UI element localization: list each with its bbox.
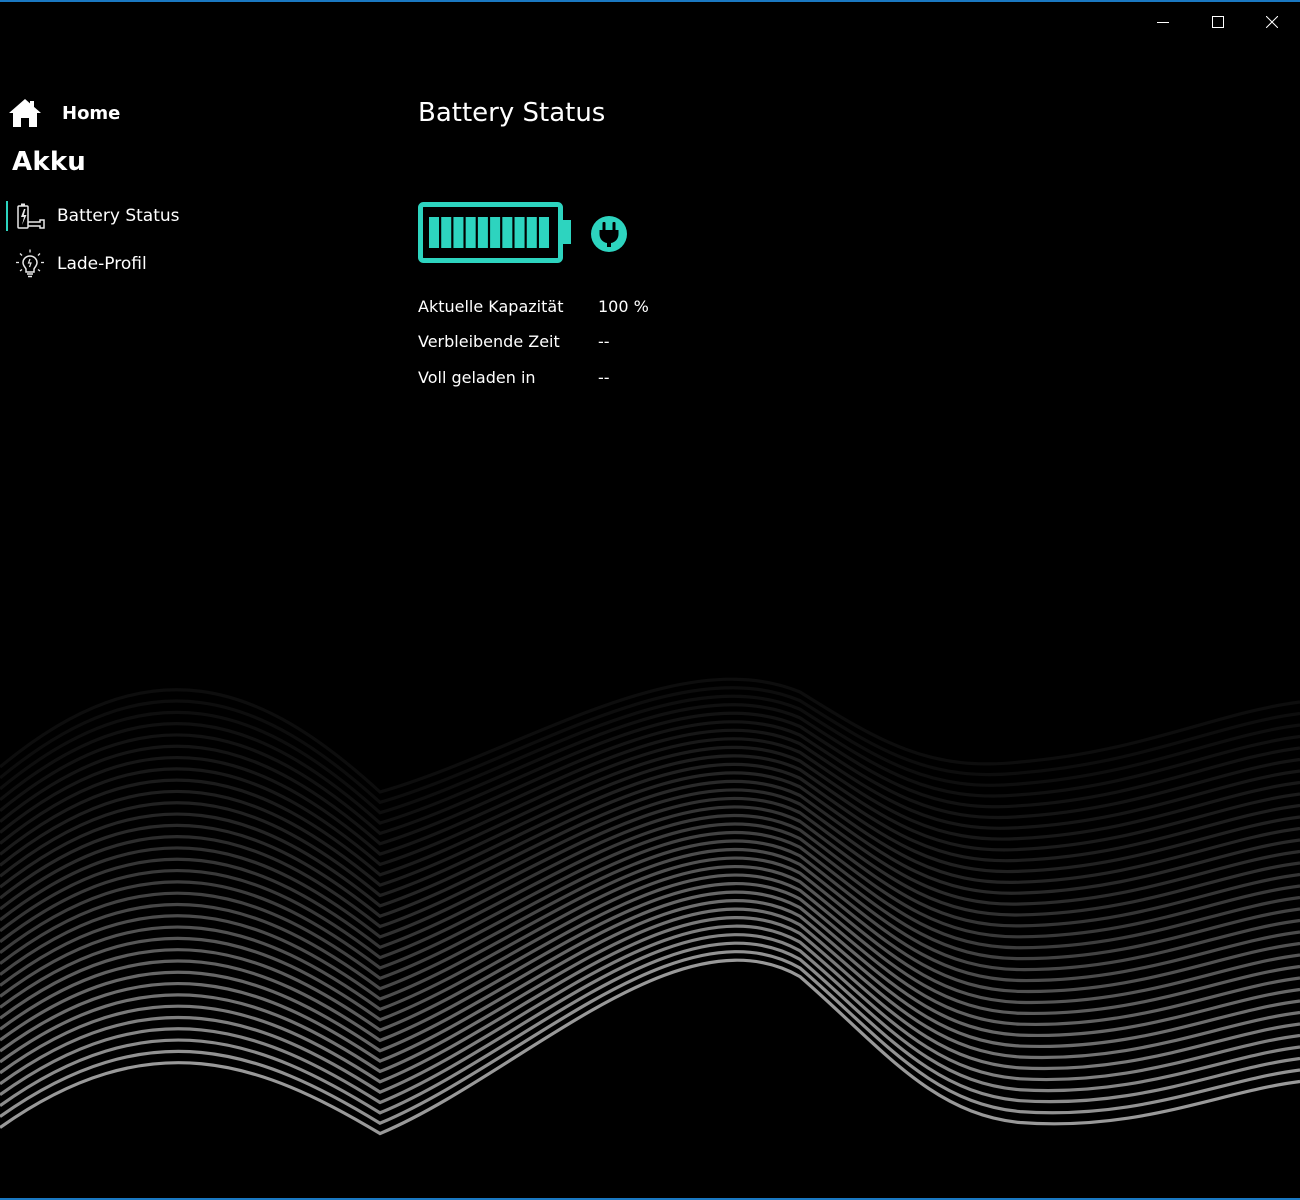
plug-icon: [591, 216, 627, 252]
wave-line: [0, 890, 1300, 1053]
app-window: Home Akku Battery Status Lade-Profil Bat…: [0, 0, 1300, 1200]
battery-segments: [429, 217, 549, 248]
wave-line: [0, 839, 1300, 991]
capacity-value: 100 %: [598, 296, 649, 316]
sidebar-item-battery-status[interactable]: Battery Status: [0, 196, 300, 236]
full-charge-value: --: [598, 367, 610, 387]
wave-line: [0, 771, 1300, 908]
wave-line: [0, 873, 1300, 1032]
battery-segment: [477, 217, 488, 248]
lightbulb-icon: [16, 249, 44, 278]
wave-line: [0, 762, 1300, 898]
home-label: Home: [62, 102, 121, 124]
wave-line: [0, 958, 1300, 1136]
full-charge-label: Voll geladen in: [418, 367, 536, 387]
wave-line: [0, 677, 1300, 794]
wave-line: [0, 779, 1300, 918]
battery-segment: [453, 217, 464, 248]
remaining-time-value: --: [598, 331, 610, 351]
wave-background: [0, 677, 1300, 1136]
wave-line: [0, 924, 1300, 1094]
wave-line: [0, 788, 1300, 929]
section-title: Akku: [12, 147, 87, 177]
sidebar-item-lade-profil[interactable]: Lade-Profil: [0, 244, 300, 284]
wave-line: [0, 830, 1300, 981]
wave-line: [0, 899, 1300, 1063]
wave-line: [0, 950, 1300, 1125]
wave-line: [0, 941, 1300, 1115]
wave-line: [0, 916, 1300, 1084]
wave-line: [0, 720, 1300, 846]
wave-line: [0, 822, 1300, 970]
minimize-icon: [1157, 22, 1169, 23]
wave-line: [0, 754, 1300, 887]
battery-segment: [490, 217, 501, 248]
wave-line: [0, 864, 1300, 1022]
sidebar-item-label: Lade-Profil: [57, 254, 147, 274]
close-icon: [1266, 16, 1278, 28]
wave-line: [0, 813, 1300, 960]
wave-line: [0, 847, 1300, 1001]
battery-segment: [441, 217, 452, 248]
battery-segment: [429, 217, 440, 248]
remaining-time-label: Verbleibende Zeit: [418, 331, 560, 351]
maximize-button[interactable]: [1195, 4, 1241, 40]
wave-line: [0, 737, 1300, 867]
wave-line: [0, 856, 1300, 1012]
close-button[interactable]: [1249, 4, 1295, 40]
page-title: Battery Status: [418, 98, 606, 128]
wave-line: [0, 933, 1300, 1105]
wave-line: [0, 703, 1300, 825]
sidebar-item-label: Battery Status: [57, 206, 180, 226]
battery-level-indicator: [418, 202, 571, 263]
wave-line: [0, 796, 1300, 939]
battery-segment: [514, 217, 525, 248]
home-icon: [9, 99, 41, 127]
battery-segment: [526, 217, 537, 248]
battery-charging-icon: [17, 203, 45, 229]
battery-segment: [502, 217, 513, 248]
wave-line: [0, 728, 1300, 856]
wave-line: [0, 686, 1300, 805]
battery-segment: [465, 217, 476, 248]
wave-line: [0, 805, 1300, 950]
maximize-icon: [1212, 16, 1224, 28]
wave-line: [0, 881, 1300, 1043]
wave-line: [0, 907, 1300, 1074]
wave-line: [0, 745, 1300, 877]
home-nav-button[interactable]: Home: [8, 97, 120, 129]
wave-line: [0, 694, 1300, 815]
minimize-button[interactable]: [1140, 4, 1186, 40]
battery-segment: [538, 217, 549, 248]
capacity-label: Aktuelle Kapazität: [418, 296, 564, 316]
wave-line: [0, 711, 1300, 836]
